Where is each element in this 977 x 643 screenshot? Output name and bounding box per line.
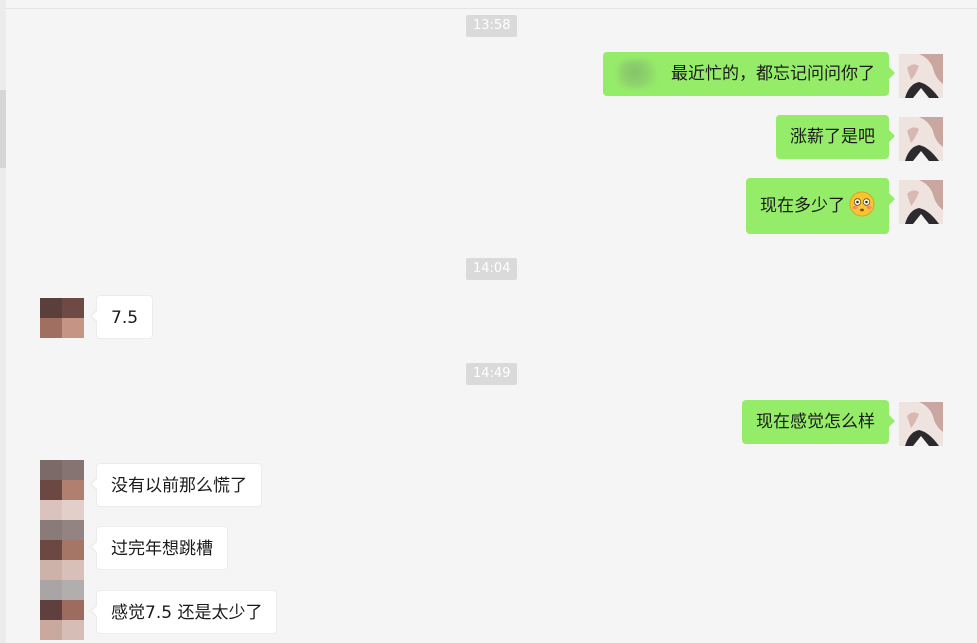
chat-message-area: 13:58 最近忙的，都忘记问问你了 涨薪了是吧 现在多少了 14:04 7.5…	[0, 0, 977, 643]
their-message-bubble[interactable]: 7.5	[89, 295, 154, 339]
message-text: 最近忙的，都忘记问问你了	[671, 64, 875, 84]
flushed-face-emoji	[849, 191, 875, 217]
their-message-bubble[interactable]: 过完年想跳槽	[90, 526, 228, 570]
message-text: 感觉7.5 还是太少了	[111, 603, 263, 623]
their-message-bubble[interactable]: 没有以前那么慌了	[90, 463, 262, 507]
pixelated-avatar-image	[40, 580, 84, 640]
pixelated-avatar-image	[40, 520, 84, 580]
user-avatar[interactable]	[899, 117, 943, 161]
contact-avatar[interactable]	[40, 580, 84, 640]
my-message-bubble[interactable]: 最近忙的，都忘记问问你了	[603, 52, 895, 96]
blurred-sticker	[617, 60, 657, 88]
user-avatar[interactable]	[899, 180, 943, 224]
message-text: 7.5	[111, 308, 139, 328]
contact-avatar[interactable]	[40, 460, 84, 520]
message-text: 没有以前那么慌了	[111, 476, 247, 496]
pixelated-avatar-image	[40, 460, 84, 520]
timestamp: 14:04	[466, 258, 518, 280]
user-avatar-image	[899, 117, 943, 161]
scrollbar-thumb[interactable]	[0, 90, 6, 168]
user-avatar-image	[899, 54, 943, 98]
user-avatar-image	[899, 402, 943, 446]
message-text: 现在感觉怎么样	[756, 412, 875, 432]
message-text: 过完年想跳槽	[111, 539, 213, 559]
user-avatar[interactable]	[899, 54, 943, 98]
timestamp: 14:49	[466, 363, 518, 385]
contact-avatar[interactable]	[40, 298, 84, 338]
my-message-bubble[interactable]: 现在多少了	[746, 178, 895, 234]
my-message-bubble[interactable]: 涨薪了是吧	[776, 115, 895, 159]
user-avatar-image	[899, 180, 943, 224]
pixelated-avatar-image	[40, 298, 84, 338]
user-avatar[interactable]	[899, 402, 943, 446]
message-text: 涨薪了是吧	[790, 127, 875, 147]
my-message-bubble[interactable]: 现在感觉怎么样	[742, 400, 895, 444]
message-text: 现在多少了	[760, 196, 845, 216]
their-message-bubble[interactable]: 感觉7.5 还是太少了	[89, 590, 278, 634]
contact-avatar[interactable]	[40, 520, 84, 580]
header-divider	[0, 8, 977, 9]
chat-list-scrollbar[interactable]	[0, 0, 6, 643]
timestamp: 13:58	[466, 15, 518, 37]
